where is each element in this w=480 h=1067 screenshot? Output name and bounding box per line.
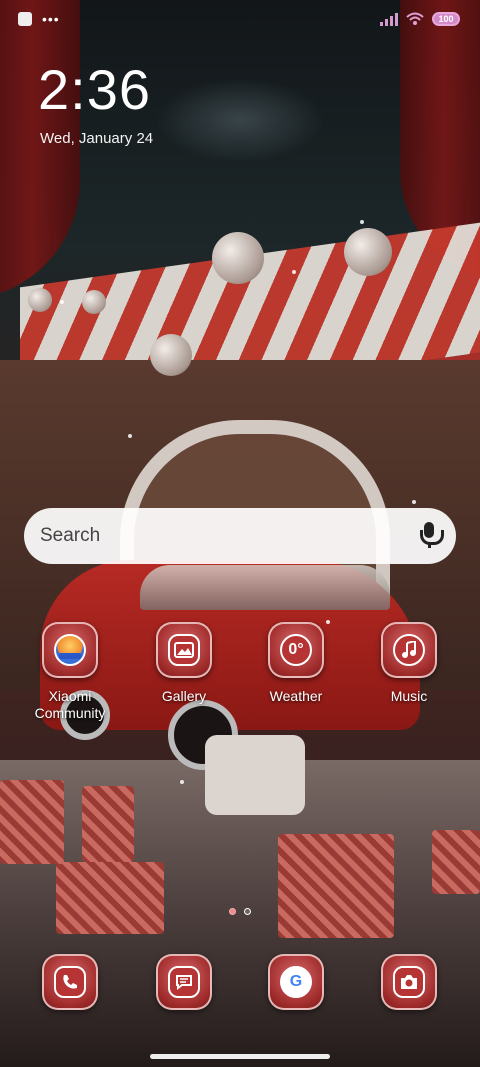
search-bar[interactable]: Search [24,508,456,564]
google-icon[interactable]: G [268,954,324,1010]
status-bar: ••• 100 [0,0,480,42]
page-dot-active [229,908,236,915]
dock-messages[interactable] [136,954,232,1010]
app-label: Xiaomi Community [34,688,106,721]
snowflake [180,780,184,784]
ornament [82,290,106,314]
page-indicator [229,908,251,915]
app-label: Gallery [161,688,207,704]
gift-box [0,780,64,864]
snowflake [412,500,416,504]
music-icon[interactable] [381,622,437,678]
ornament [344,228,392,276]
xiaomi-community-icon[interactable] [42,622,98,678]
more-notifications-icon: ••• [42,11,60,27]
signal-icon [380,12,398,26]
gift-box [56,862,164,934]
notification-icon [18,12,32,26]
phone-icon[interactable] [42,954,98,1010]
dock-google[interactable]: G [248,954,344,1010]
gift-box [432,830,480,894]
gift-box [82,786,134,862]
car-window [140,565,390,610]
app-gallery[interactable]: Gallery [136,622,232,705]
camera-icon[interactable] [381,954,437,1010]
chair [205,735,305,815]
ornament [150,334,192,376]
snowflake [128,434,132,438]
battery-icon: 100 [432,12,460,26]
date[interactable]: Wed, January 24 [40,130,153,147]
search-input[interactable]: Search [40,525,418,547]
app-xiaomi-community[interactable]: Xiaomi Community [22,622,118,722]
app-label: Music [390,688,428,704]
gift-box [278,834,394,938]
dock-camera[interactable] [361,954,457,1010]
snowflake [60,300,64,304]
snowflake [292,270,296,274]
mic-icon[interactable] [418,522,444,550]
app-music[interactable]: Music [361,622,457,705]
ornament [28,288,52,312]
weather-temp: 0° [280,634,312,666]
clock[interactable]: 2:36 [38,58,151,122]
messages-icon[interactable] [156,954,212,1010]
curtain-left [0,0,80,300]
app-label: Weather [269,688,323,704]
app-weather[interactable]: 0° Weather [248,622,344,705]
status-right: 100 [380,12,460,26]
weather-icon[interactable]: 0° [268,622,324,678]
dock-phone[interactable] [22,954,118,1010]
page-dot [244,908,251,915]
wifi-icon [406,12,424,25]
gallery-icon[interactable] [156,622,212,678]
ornament [212,232,264,284]
status-left: ••• [18,12,60,26]
home-indicator[interactable] [150,1054,330,1059]
snowflake [360,220,364,224]
